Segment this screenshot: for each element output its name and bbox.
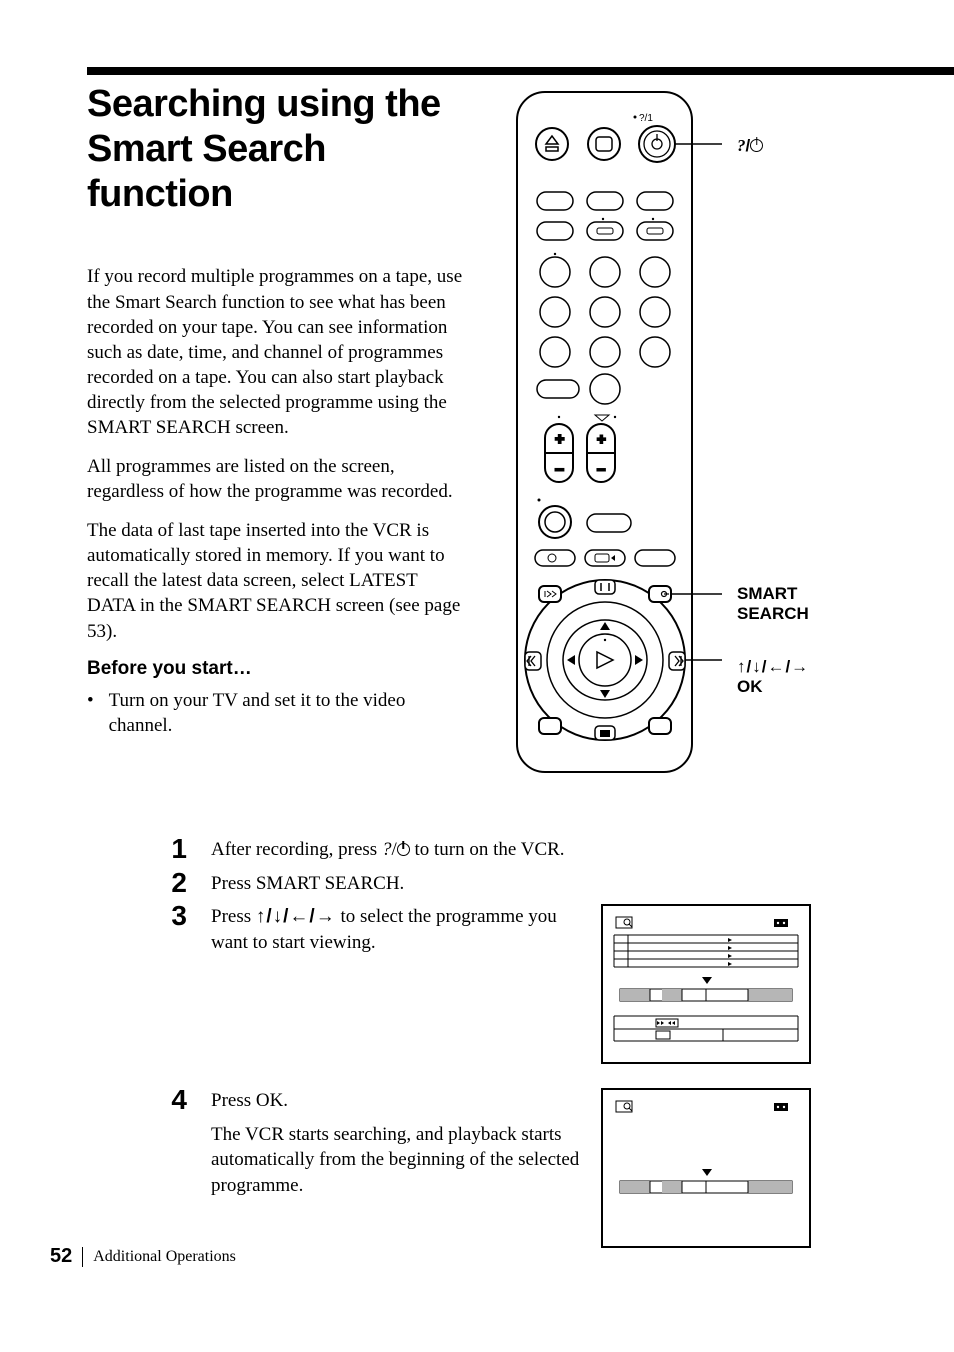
callout-ok: OK xyxy=(737,677,763,696)
intro-paragraph-3: The data of last tape inserted into the … xyxy=(87,518,467,643)
page-number: 52 xyxy=(50,1245,72,1268)
screen-figure-list xyxy=(601,904,811,1064)
callout-arrows-ok: ↑/↓/←/→ OK xyxy=(737,657,809,698)
remote-svg: ?/1 xyxy=(497,82,727,782)
step-4-text-b: The VCR starts searching, and playback s… xyxy=(211,1122,581,1199)
step-2-text: Press SMART SEARCH. xyxy=(211,871,894,897)
footer-separator xyxy=(82,1247,83,1267)
intro-paragraph-2: All programmes are listed on the screen,… xyxy=(87,454,467,504)
step-1: 1 After recording, press ?/ to turn on t… xyxy=(163,837,894,871)
step-number: 1 xyxy=(163,835,187,863)
step-number: 3 xyxy=(163,902,187,930)
svg-text:+: + xyxy=(597,431,606,448)
bullet-text: Turn on your TV and set it to the video … xyxy=(109,688,467,739)
power-prefix: ? xyxy=(382,839,392,860)
power-icon xyxy=(397,843,410,856)
section-name: Additional Operations xyxy=(93,1248,236,1266)
page-content: Searching using the Smart Search functio… xyxy=(87,82,894,1248)
bullet-item: • Turn on your TV and set it to the vide… xyxy=(87,688,467,739)
step-number: 4 xyxy=(163,1086,187,1114)
step-1-b: to turn on the VCR. xyxy=(410,839,565,860)
step-2: 2 Press SMART SEARCH. xyxy=(163,871,894,905)
arrows-icon: ↑/↓/←/→ xyxy=(737,657,809,676)
intro-paragraph-1: If you record multiple programmes on a t… xyxy=(87,264,467,440)
step-1-text: After recording, press ?/ to turn on the… xyxy=(211,837,894,863)
step-1-a: After recording, press xyxy=(211,839,382,860)
step-4: 4 Press OK. The VCR starts searching, an… xyxy=(163,1088,894,1248)
steps-list: 1 After recording, press ?/ to turn on t… xyxy=(163,837,894,1248)
screen-figure-search xyxy=(601,1088,811,1248)
screen-svg-2 xyxy=(608,1095,804,1233)
svg-text:+: + xyxy=(555,431,564,448)
arrows-icon: ↑/↓/←/→ xyxy=(256,906,336,927)
remote-control-diagram: ?/1 xyxy=(497,82,894,787)
step-4-text-a: Press OK. xyxy=(211,1088,581,1114)
svg-text:–: – xyxy=(555,461,564,478)
callout-smart-search: SMART SEARCH xyxy=(737,584,827,625)
svg-text:?/1: ?/1 xyxy=(639,113,653,124)
step-3-text: Press ↑/↓/←/→ to select the programme yo… xyxy=(211,904,581,955)
screen-svg-1 xyxy=(608,911,804,1049)
step-1-slash: / xyxy=(391,839,396,860)
step-3-a: Press xyxy=(211,906,256,927)
svg-text:–: – xyxy=(597,461,605,478)
page-footer: 52 Additional Operations xyxy=(50,1245,236,1268)
bullet-dot: • xyxy=(87,688,109,739)
before-you-start-heading: Before you start… xyxy=(87,658,467,680)
step-number: 2 xyxy=(163,869,187,897)
section-top-rule xyxy=(87,67,954,75)
step-3: 3 Press ↑/↓/←/→ to select the programme … xyxy=(163,904,894,1064)
page-title: Searching using the Smart Search functio… xyxy=(87,82,467,216)
power-icon xyxy=(750,139,763,152)
callout-power: ?/ xyxy=(737,136,763,156)
